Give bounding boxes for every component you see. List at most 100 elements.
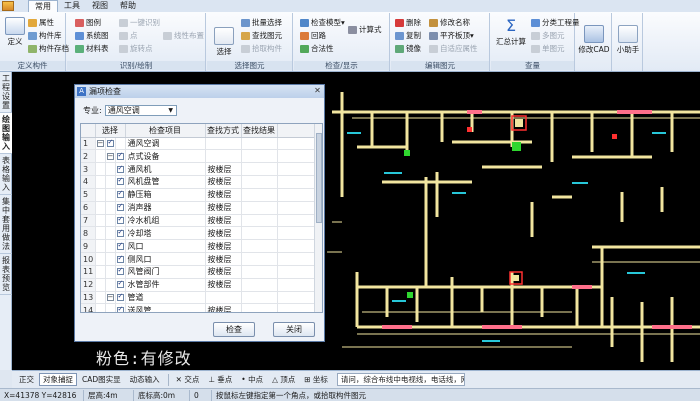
table-row[interactable]: 5 静压箱按楼层 xyxy=(81,188,316,202)
find-element-button[interactable]: 查找图元 xyxy=(241,30,282,41)
legality-button[interactable]: 合法性 xyxy=(300,43,334,54)
header-find-method[interactable]: 查找方式 xyxy=(205,124,242,138)
row-checkbox[interactable] xyxy=(116,151,124,160)
table-row[interactable]: 12 水管部件按楼层 xyxy=(81,278,316,292)
row-checkbox[interactable] xyxy=(116,241,124,250)
property-button[interactable]: 属性 xyxy=(28,17,54,28)
app-logo-icon[interactable] xyxy=(2,1,14,11)
modify-cad-button[interactable]: 修改CAD xyxy=(578,23,610,55)
check-button[interactable]: 检查 xyxy=(213,322,255,337)
expand-toggle-icon[interactable]: − xyxy=(106,152,114,160)
table-row[interactable]: 9 风口按楼层 xyxy=(81,239,316,254)
side-tab-batch-apply[interactable]: 集中套用做法 xyxy=(0,195,12,254)
row-checkbox[interactable] xyxy=(116,215,124,224)
side-tab-report-preview[interactable]: 报表预览 xyxy=(0,254,12,295)
snap-vertex[interactable]: △ 顶点 xyxy=(268,373,299,386)
align-slab-top-button[interactable]: 平齐板顶 ▾ xyxy=(429,30,474,41)
row-checkbox[interactable] xyxy=(116,228,124,237)
find-method-cell[interactable] xyxy=(205,149,242,164)
table-row[interactable]: 7 冷水机组按楼层 xyxy=(81,214,316,228)
formula-button[interactable]: 计算式 xyxy=(348,24,382,35)
check-items-grid[interactable]: 选择 检查项目 查找方式 查找结果 1−通风空调2−点式设备3通风机按楼层4风机… xyxy=(80,123,323,313)
header-find-result[interactable]: 查找结果 xyxy=(241,124,278,138)
category-quantity-button[interactable]: 分类工程量 xyxy=(531,17,580,28)
table-row[interactable]: 11 风管阀门按楼层 xyxy=(81,265,316,279)
linear-layout-button[interactable]: 线性布置 xyxy=(163,30,204,41)
table-row[interactable]: 8 冷却塔按楼层 xyxy=(81,226,316,241)
legend-button[interactable]: 图例 xyxy=(75,17,101,28)
delete-button[interactable]: 删除 xyxy=(395,17,421,28)
close-button[interactable]: 关闭 xyxy=(273,322,315,337)
dialog-close-icon[interactable]: ✕ xyxy=(313,87,322,96)
rename-button[interactable]: 修改名称 xyxy=(429,17,470,28)
find-method-cell[interactable]: 按楼层 xyxy=(205,214,242,228)
header-check-item[interactable]: 检查项目 xyxy=(125,124,206,138)
find-method-cell[interactable]: 按楼层 xyxy=(205,162,242,177)
cad-display-toggle[interactable]: CAD图实显 xyxy=(78,373,125,386)
find-method-cell[interactable]: 按楼层 xyxy=(205,265,242,279)
define-button[interactable]: 定义 xyxy=(2,15,28,47)
side-tab-project-settings[interactable]: 工程设置 xyxy=(0,72,12,113)
ortho-toggle[interactable]: 正交 xyxy=(15,373,38,386)
component-lib-button[interactable]: 构件库 xyxy=(28,30,62,41)
material-table-button[interactable]: 材料表 xyxy=(75,43,109,54)
select-button[interactable]: 选择 xyxy=(211,25,237,57)
snap-perpendicular[interactable]: ⊥ 垂点 xyxy=(204,373,236,386)
menu-tab-view[interactable]: 视图 xyxy=(86,0,114,12)
row-checkbox[interactable] xyxy=(106,138,114,147)
table-row[interactable]: 14 送风管按楼层 xyxy=(81,303,316,312)
summary-calc-button[interactable]: Σ 汇总计算 xyxy=(493,15,529,47)
row-checkbox[interactable] xyxy=(116,202,124,212)
find-method-cell[interactable] xyxy=(205,291,242,305)
table-row[interactable]: 13 − 管道 xyxy=(81,291,316,305)
system-diagram-button[interactable]: 系统图 xyxy=(75,30,109,41)
snap-coordinate[interactable]: ⊞ 坐标 xyxy=(300,373,332,386)
grid-scroll-thumb[interactable] xyxy=(316,133,322,223)
table-row[interactable]: 1− 通风空调 xyxy=(81,137,316,151)
mirror-button[interactable]: 镜像 xyxy=(395,43,421,54)
helper-button[interactable]: 小助手 xyxy=(615,23,641,55)
find-method-cell[interactable]: 按楼层 xyxy=(205,175,242,189)
help-message-box[interactable]: 请问，综合布线中电视线，电话线，网线需要... xyxy=(336,373,465,386)
row-checkbox[interactable] xyxy=(116,279,124,289)
specialty-select[interactable]: 通风空调 ▼ xyxy=(104,105,177,116)
find-method-cell[interactable]: 按楼层 xyxy=(205,278,242,292)
header-select[interactable]: 选择 xyxy=(95,124,126,138)
dynamic-input-toggle[interactable]: 动态输入 xyxy=(126,373,164,386)
menu-tab-help[interactable]: 帮助 xyxy=(114,0,142,12)
copy-button[interactable]: 复制 xyxy=(395,30,421,41)
table-row[interactable]: 10 侧风口按楼层 xyxy=(81,252,316,266)
batch-select-button[interactable]: 批量选择 xyxy=(241,17,282,28)
table-row[interactable]: 2 − 点式设备 xyxy=(81,149,316,164)
row-checkbox[interactable] xyxy=(116,189,124,199)
side-tab-drawing-input[interactable]: 绘图输入 xyxy=(0,113,12,154)
dialog-titlebar[interactable]: A 漏项检查 xyxy=(75,85,324,98)
component-archive-button[interactable]: 构件存档 xyxy=(28,43,69,54)
grid-vertical-scrollbar[interactable] xyxy=(314,124,322,312)
row-checkbox[interactable] xyxy=(116,266,124,276)
single-element-button[interactable]: 单图元 xyxy=(531,43,565,54)
find-method-cell[interactable]: 按楼层 xyxy=(205,252,242,266)
point-button[interactable]: 点 xyxy=(119,30,138,41)
rotate-point-button[interactable]: 旋转点 xyxy=(119,43,153,54)
row-checkbox[interactable] xyxy=(116,292,124,302)
find-method-cell[interactable]: 按楼层 xyxy=(205,226,242,241)
adaptive-property-button[interactable]: 自适应属性 xyxy=(429,43,478,54)
find-method-cell[interactable]: 按楼层 xyxy=(205,188,242,202)
menu-tab-tools[interactable]: 工具 xyxy=(58,0,86,12)
expand-toggle-icon[interactable]: − xyxy=(106,294,114,302)
snap-intersection[interactable]: ✕ 交点 xyxy=(172,373,204,386)
one-click-identify-button[interactable]: 一键识别 xyxy=(119,17,160,28)
table-row[interactable]: 6 消声器按楼层 xyxy=(81,201,316,215)
object-snap-toggle[interactable]: 对象捕捉 xyxy=(39,373,77,386)
find-method-cell[interactable]: 按楼层 xyxy=(205,201,242,215)
snap-midpoint[interactable]: • 中点 xyxy=(237,373,267,386)
find-method-cell[interactable]: 按楼层 xyxy=(205,239,242,254)
find-method-cell[interactable] xyxy=(205,137,242,151)
side-tab-table-input[interactable]: 表格输入 xyxy=(0,154,12,195)
find-method-cell[interactable]: 按楼层 xyxy=(205,303,242,312)
multi-element-button[interactable]: 多图元 xyxy=(531,30,565,41)
expand-toggle-icon[interactable]: − xyxy=(96,139,104,147)
row-checkbox[interactable] xyxy=(116,176,124,186)
loop-button[interactable]: 回路 xyxy=(300,30,326,41)
